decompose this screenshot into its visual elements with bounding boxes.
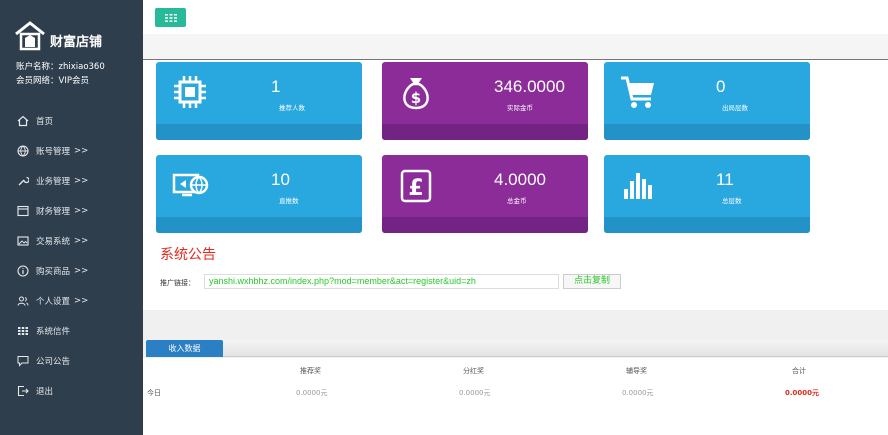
menu-grid-icon [164, 13, 177, 22]
table-cell: 0.0000元 [459, 389, 491, 397]
svg-text:£: £ [408, 176, 423, 201]
sidebar-nav: 首页 账号管理 >> 业务管理 >> 财务管理 >> 交易系统 >> 购买商品 … [0, 106, 143, 406]
expand-arrow: >> [74, 206, 89, 216]
top-header [143, 0, 888, 34]
income-section-bar [146, 340, 888, 357]
sidebar-item-label: 首页 [36, 117, 54, 127]
image-icon [16, 234, 30, 248]
sidebar-item-announcements[interactable]: 公司公告 [0, 346, 143, 376]
stat-label: 直推数 [279, 197, 299, 205]
expand-arrow: >> [74, 266, 89, 276]
sidebar-item-business[interactable]: 业务管理 >> [0, 166, 143, 196]
sidebar-item-finance[interactable]: 财务管理 >> [0, 196, 143, 226]
account-name-label: 账户名称： [16, 62, 59, 72]
header-strip [143, 34, 888, 60]
tab-income-data[interactable]: 收入数据 [146, 340, 223, 357]
cart-icon [621, 76, 654, 108]
stat-value: 1 [271, 77, 281, 96]
system-notice-title: 系统公告 [160, 247, 216, 263]
logout-icon [16, 384, 30, 398]
wrench-icon [16, 174, 30, 188]
sidebar-item-label: 业务管理 [36, 177, 71, 187]
money-bag-icon: $ [403, 78, 429, 110]
stat-value: 10 [271, 170, 290, 189]
row-label: 今日 [147, 389, 161, 397]
card-footer [156, 124, 362, 140]
info-icon [16, 264, 30, 278]
sidebar: 财富店铺 账户名称：zhixiao360 会员网络：VIP会员 首页 账号管理 … [0, 0, 143, 435]
users-icon [16, 294, 30, 308]
svg-text:$: $ [411, 89, 421, 107]
stat-value: 11 [716, 170, 734, 189]
column-header: 推荐奖 [300, 367, 321, 375]
sidebar-item-label: 财务管理 [36, 207, 71, 217]
stat-card-direct-referrals: 10 直推数 [156, 155, 362, 233]
stat-label: 推荐人数 [279, 104, 305, 112]
grid-icon [16, 324, 30, 338]
column-header: 分红奖 [463, 367, 484, 375]
stat-card-total-coins: £ 4.0000 总金币 [382, 155, 588, 233]
stat-card-total-layers: 11 总层数 [604, 155, 810, 233]
home-icon [16, 114, 30, 128]
sidebar-item-personal[interactable]: 个人设置 >> [0, 286, 143, 316]
card-footer [604, 217, 810, 233]
window-icon [16, 204, 30, 218]
sidebar-item-logout[interactable]: 退出 [0, 376, 143, 406]
stat-label: 总金币 [507, 197, 527, 205]
card-footer [382, 217, 588, 233]
card-footer [382, 124, 588, 140]
sidebar-item-label: 账号管理 [36, 147, 71, 157]
stat-label: 实际金币 [507, 104, 533, 112]
sidebar-item-messages[interactable]: 系统信件 [0, 316, 143, 346]
total-cell: 0.0000元 [785, 389, 820, 397]
column-header: 合计 [792, 367, 806, 375]
card-footer [604, 124, 810, 140]
expand-arrow: >> [74, 146, 89, 156]
table-cell: 0.0000元 [622, 389, 654, 397]
member-level-label: 会员网络： [16, 76, 59, 86]
sidebar-item-label: 交易系统 [36, 237, 71, 247]
sidebar-item-label: 退出 [36, 387, 54, 397]
sidebar-item-label: 购买商品 [36, 267, 71, 277]
pound-icon: £ [400, 169, 432, 203]
stat-value: 346.0000 [494, 77, 565, 96]
table-cell: 0.0000元 [296, 389, 328, 397]
account-name-value: zhixiao360 [58, 62, 105, 72]
logo: 财富店铺 [14, 20, 102, 52]
stat-label: 出局层数 [722, 104, 748, 112]
stat-value: 4.0000 [494, 170, 546, 189]
globe-icon [16, 144, 30, 158]
expand-arrow: >> [74, 296, 89, 306]
chip-icon [174, 76, 206, 108]
house-logo-icon [15, 21, 45, 51]
stat-card-exit-layers: 0 出局层数 [604, 62, 810, 140]
card-footer [156, 217, 362, 233]
income-table: 推荐奖 分红奖 辅导奖 合计 今日 0.0000元 0.0000元 0.0000… [143, 358, 888, 435]
copy-link-button[interactable]: 点击复制 [563, 274, 621, 289]
sidebar-item-home[interactable]: 首页 [0, 106, 143, 136]
column-header: 辅导奖 [626, 367, 647, 375]
menu-toggle-button[interactable] [155, 8, 186, 27]
stat-value: 0 [716, 77, 726, 96]
expand-arrow: >> [74, 236, 89, 246]
sidebar-item-label: 个人设置 [36, 297, 71, 307]
expand-arrow: >> [74, 176, 89, 186]
promo-link-field[interactable]: yanshi.wxhbhz.com/index.php?mod=member&a… [204, 274, 559, 289]
sidebar-item-trading[interactable]: 交易系统 >> [0, 226, 143, 256]
stat-card-referrals: 1 推荐人数 [156, 62, 362, 140]
bar-chart-icon [624, 173, 652, 199]
stat-card-actual-coins: $ 346.0000 实际金币 [382, 62, 588, 140]
sidebar-item-label: 公司公告 [36, 357, 71, 367]
stat-label: 总层数 [722, 197, 742, 205]
sidebar-item-label: 系统信件 [36, 327, 71, 337]
comment-icon [16, 354, 30, 368]
member-level-value: VIP会员 [58, 76, 89, 86]
screen-globe-icon [172, 173, 209, 197]
member-level-row: 会员网络：VIP会员 [16, 74, 89, 86]
promo-link-label: 推广链接： [160, 279, 195, 287]
logo-text: 财富店铺 [50, 34, 103, 50]
sidebar-item-account[interactable]: 账号管理 >> [0, 136, 143, 166]
account-name-row: 账户名称：zhixiao360 [16, 60, 105, 72]
sidebar-item-purchase[interactable]: 购买商品 >> [0, 256, 143, 286]
